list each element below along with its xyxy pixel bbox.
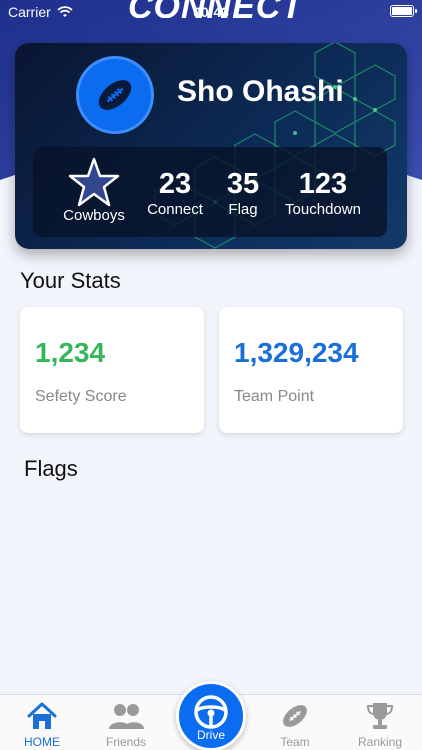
tab-ranking[interactable]: Ranking	[338, 701, 422, 749]
battery-icon	[390, 5, 417, 17]
tab-label: Team	[280, 735, 310, 749]
stat-touchdown: 123 Touchdown	[277, 169, 369, 218]
safety-score-card[interactable]: 1,234 Sefety Score	[20, 307, 204, 433]
football-icon	[98, 80, 132, 110]
home-icon	[27, 702, 57, 729]
stat-label: Touchdown	[285, 201, 361, 218]
stat-label: Connect	[147, 201, 203, 218]
tab-team[interactable]: Team	[253, 701, 337, 749]
flags-title: Flags	[24, 456, 78, 481]
player-name: Sho Ohashi	[177, 75, 344, 108]
stat-label: Flag	[228, 201, 258, 218]
tab-label: HOME	[24, 735, 60, 749]
avatar[interactable]	[76, 56, 154, 134]
safety-score-caption: Sefety Score	[35, 388, 127, 405]
team-point-card[interactable]: 1,329,234 Team Point	[219, 307, 403, 433]
tab-label: Ranking	[357, 735, 403, 749]
tab-friends[interactable]: Friends	[84, 701, 168, 749]
drive-label: Drive	[196, 728, 225, 742]
stat-connect: 23 Connect	[139, 169, 211, 218]
stat-value: 23	[158, 168, 192, 200]
steering-wheel-icon	[194, 695, 228, 729]
star-icon	[68, 157, 120, 207]
trophy-icon	[366, 703, 394, 729]
app-logo: CONNECT	[128, 0, 328, 18]
tab-home[interactable]: HOME	[0, 701, 84, 749]
team-badge[interactable]: Cowboys	[59, 157, 129, 224]
profile-stats: Cowboys 23 Connect 35 Flag 123 Touchdown	[33, 147, 387, 237]
team-point-caption: Team Point	[234, 388, 315, 405]
drive-button[interactable]: Drive	[176, 681, 246, 750]
profile-card: Sho Ohashi Cowboys 23 Connect 35 Flag 12…	[15, 43, 407, 249]
stat-value: 35	[226, 168, 260, 200]
tab-label: Friends	[105, 735, 146, 749]
stat-value: 123	[298, 168, 348, 200]
football-icon	[283, 705, 307, 727]
your-stats-title: Your Stats	[20, 268, 121, 293]
team-name: Cowboys	[63, 207, 125, 224]
stat-flag: 35 Flag	[219, 169, 267, 218]
team-point-value: 1,329,234	[234, 337, 359, 368]
friends-icon	[109, 704, 144, 729]
safety-score-value: 1,234	[35, 337, 106, 368]
